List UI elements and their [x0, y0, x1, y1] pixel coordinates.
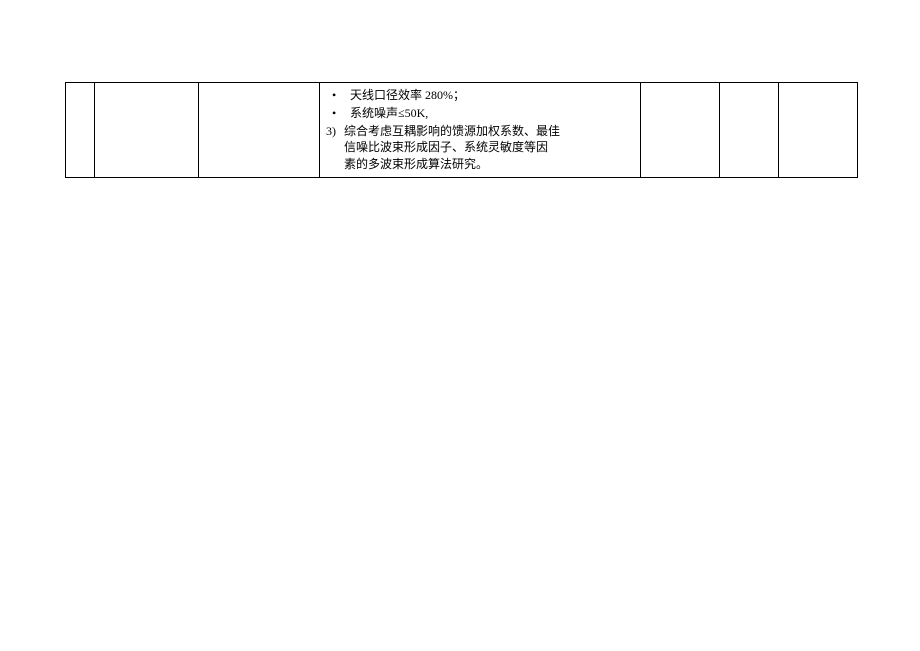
cell-5: [641, 83, 720, 178]
numbered-item: 3) 综合考虑互耦影响的馈源加权系数、最佳: [326, 123, 634, 140]
number-label: 3): [326, 123, 344, 140]
numbered-text-line: 素的多波束形成算法研究。: [326, 156, 634, 173]
bullet-item: • 系统噪声≤50K,: [326, 105, 634, 122]
spec-content: • 天线口径效率 280%； • 系统噪声≤50K, 3) 综合考虑互耦影响的馈…: [320, 83, 640, 177]
cell-4-spec: • 天线口径效率 280%； • 系统噪声≤50K, 3) 综合考虑互耦影响的馈…: [320, 83, 641, 178]
cell-7: [779, 83, 858, 178]
cell-2: [95, 83, 199, 178]
numbered-text-line: 信噪比波束形成因子、系统灵敏度等因: [326, 139, 634, 156]
bullet-text: 系统噪声≤50K,: [350, 105, 634, 122]
cell-3: [199, 83, 320, 178]
table-row: • 天线口径效率 280%； • 系统噪声≤50K, 3) 综合考虑互耦影响的馈…: [66, 83, 858, 178]
numbered-text-line: 综合考虑互耦影响的馈源加权系数、最佳: [344, 123, 634, 140]
cell-6: [720, 83, 779, 178]
bullet-icon: •: [326, 87, 350, 104]
spec-table: • 天线口径效率 280%； • 系统噪声≤50K, 3) 综合考虑互耦影响的馈…: [65, 82, 858, 178]
cell-1: [66, 83, 95, 178]
bullet-icon: •: [326, 105, 350, 122]
bullet-text: 天线口径效率 280%；: [350, 87, 634, 104]
bullet-item: • 天线口径效率 280%；: [326, 87, 634, 104]
document-page: • 天线口径效率 280%； • 系统噪声≤50K, 3) 综合考虑互耦影响的馈…: [0, 0, 920, 651]
